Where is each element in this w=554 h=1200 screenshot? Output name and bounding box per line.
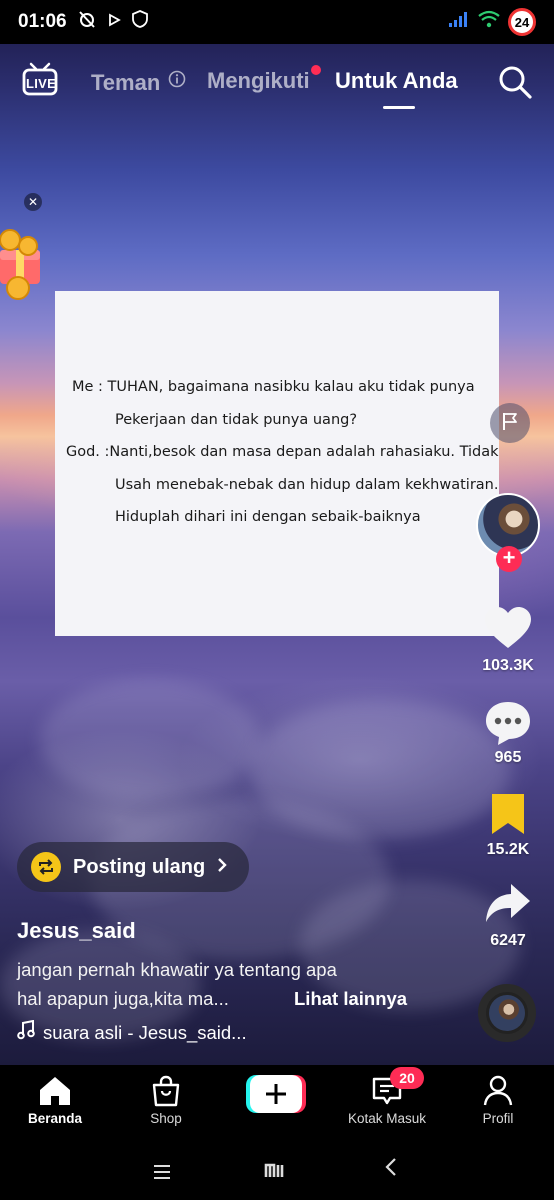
back-icon[interactable] <box>384 1157 398 1183</box>
wifi-icon <box>478 10 500 34</box>
signal-icon <box>448 10 470 34</box>
nav-profile[interactable]: Profil <box>448 1073 548 1126</box>
shield-icon <box>131 10 149 34</box>
system-nav-bar <box>0 1145 554 1200</box>
nav-home-label: Beranda <box>27 1111 83 1126</box>
like-count: 103.3K <box>482 657 534 674</box>
repost-button[interactable]: Posting ulang <box>17 842 250 892</box>
tab-teman[interactable]: Teman <box>91 68 186 96</box>
home-icon <box>5 1073 105 1109</box>
caption-line-2: hal apapun juga,kita ma... <box>17 988 229 1009</box>
heart-icon <box>484 607 532 654</box>
sound-label: suara asli - Jesus_said... <box>43 1021 247 1043</box>
repost-label: Posting ulang <box>73 855 206 878</box>
home-system-icon[interactable] <box>264 1159 290 1185</box>
follow-button[interactable]: + <box>496 546 522 572</box>
battery-indicator: 24 <box>508 8 536 36</box>
status-bar: 01:06 24 <box>0 0 554 44</box>
close-icon[interactable]: ✕ <box>24 193 42 211</box>
info-icon <box>168 68 186 94</box>
share-count: 6247 <box>490 932 526 949</box>
see-more-link[interactable]: Lihat lainnya <box>294 988 407 1010</box>
nav-shop[interactable]: Shop <box>116 1073 216 1126</box>
video-text-card: Me : TUHAN, bagaimana nasibku kalau aku … <box>55 291 499 636</box>
share-arrow-icon <box>484 884 532 932</box>
search-icon[interactable] <box>497 64 533 100</box>
card-line-1: Me : TUHAN, bagaimana nasibku kalau aku … <box>72 379 475 395</box>
comment-count: 965 <box>494 749 522 766</box>
live-label: LIVE <box>26 76 57 91</box>
tab-teman-label: Teman <box>91 70 161 95</box>
menu-icon[interactable] <box>152 1160 172 1186</box>
like-button[interactable] <box>484 606 532 652</box>
new-content-dot <box>311 65 321 75</box>
sound-link[interactable]: suara asli - Jesus_said... <box>17 1019 247 1045</box>
nav-shop-label: Shop <box>150 1111 182 1126</box>
nav-inbox-label: Kotak Masuk <box>347 1111 427 1126</box>
repost-icon <box>31 852 61 882</box>
gift-coins-icon[interactable] <box>0 226 42 306</box>
create-post-button[interactable] <box>246 1075 306 1113</box>
bottom-nav: Beranda Shop Kotak Masuk Profil <box>0 1065 554 1145</box>
flag-icon <box>500 411 520 436</box>
play-icon <box>107 11 121 33</box>
save-count: 15.2K <box>486 841 530 858</box>
card-line-3: God. :Nanti,besok dan masa depan adalah … <box>66 444 499 460</box>
share-button[interactable] <box>484 882 532 928</box>
shopping-bag-icon <box>116 1073 216 1109</box>
card-line-4: Usah menebak-nebak dan hidup dalam kekhw… <box>115 477 499 493</box>
save-button[interactable] <box>484 792 532 838</box>
bookmark-icon <box>484 794 532 842</box>
comment-button[interactable] <box>484 700 532 746</box>
nav-home[interactable]: Beranda <box>5 1073 105 1126</box>
tab-untuk-anda[interactable]: Untuk Anda <box>335 68 458 94</box>
music-disc-cover <box>489 995 525 1031</box>
profile-icon <box>448 1073 548 1109</box>
chevron-right-icon <box>217 856 227 879</box>
caption-line-1: jangan pernah khawatir ya tentang apa <box>17 959 337 980</box>
live-icon[interactable]: LIVE <box>22 62 58 96</box>
top-nav: LIVE Teman Mengikuti Untuk Anda <box>0 52 554 112</box>
tab-mengikuti-label: Mengikuti <box>207 68 310 93</box>
inbox-badge: 20 <box>390 1067 424 1089</box>
music-disc[interactable] <box>478 984 536 1042</box>
tab-mengikuti[interactable]: Mengikuti <box>207 68 310 94</box>
clock: 01:06 <box>18 11 67 32</box>
tab-untuk-anda-label: Untuk Anda <box>335 68 458 93</box>
active-tab-indicator <box>383 106 415 109</box>
music-note-icon <box>17 1019 35 1045</box>
card-line-5: Hiduplah dihari ini dengan sebaik-baikny… <box>115 509 421 525</box>
card-line-2: Pekerjaan dan tidak punya uang? <box>115 412 358 428</box>
report-flag-button[interactable] <box>490 403 530 443</box>
creator-username[interactable]: Jesus_said <box>17 918 136 944</box>
comment-icon <box>484 702 532 750</box>
nav-profile-label: Profil <box>482 1111 514 1126</box>
alarm-off-icon <box>77 9 97 35</box>
